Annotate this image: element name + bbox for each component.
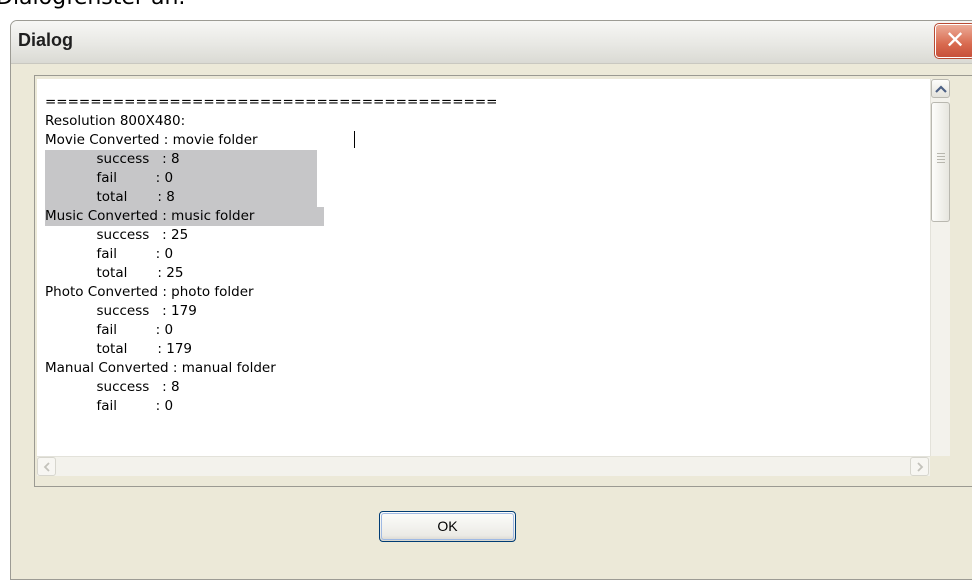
ok-button-label: OK xyxy=(437,518,458,534)
dialog-window: Dialog ✕ ===============================… xyxy=(10,20,972,580)
title-bar[interactable]: Dialog ✕ xyxy=(11,21,972,64)
log-line: total : 179 xyxy=(45,341,193,357)
close-button[interactable]: ✕ xyxy=(934,23,972,59)
log-line: Manual Converted : manual folder xyxy=(45,360,276,376)
vertical-scrollbar[interactable] xyxy=(930,79,950,476)
log-line: Photo Converted : photo folder xyxy=(45,284,254,300)
log-line: success : 8 xyxy=(45,151,180,167)
grip-icon xyxy=(937,153,945,163)
window-title: Dialog xyxy=(18,30,74,50)
log-textarea[interactable]: ========================================… xyxy=(37,79,930,476)
horizontal-scrollbar[interactable] xyxy=(37,456,930,476)
scroll-corner xyxy=(930,456,950,476)
log-line: total : 25 xyxy=(45,265,184,281)
ok-button[interactable]: OK xyxy=(379,511,516,542)
chevron-left-icon xyxy=(43,462,50,472)
chevron-up-icon xyxy=(935,85,947,93)
log-line: success : 8 xyxy=(45,379,180,395)
log-line: Music Converted : music folder xyxy=(45,208,255,224)
log-line: total : 8 xyxy=(45,189,175,205)
scroll-left-button[interactable] xyxy=(37,457,56,476)
log-line: fail : 0 xyxy=(45,322,174,338)
log-line: Resolution 800X480: xyxy=(45,113,186,129)
log-line: success : 179 xyxy=(45,303,197,319)
scroll-thumb[interactable] xyxy=(931,102,950,222)
text-caret xyxy=(354,131,355,148)
log-line: fail : 0 xyxy=(45,170,174,186)
scroll-right-button[interactable] xyxy=(910,457,929,476)
log-line: Movie Converted : movie folder xyxy=(45,132,258,148)
log-line: ======================================== xyxy=(45,94,498,110)
log-line: fail : 0 xyxy=(45,398,174,414)
log-line: fail : 0 xyxy=(45,246,174,262)
background-caption: Dialogfenster an. xyxy=(0,0,185,10)
scroll-up-button[interactable] xyxy=(931,79,950,98)
close-icon: ✕ xyxy=(944,26,966,54)
chevron-right-icon xyxy=(917,462,924,472)
log-line: success : 25 xyxy=(45,227,189,243)
